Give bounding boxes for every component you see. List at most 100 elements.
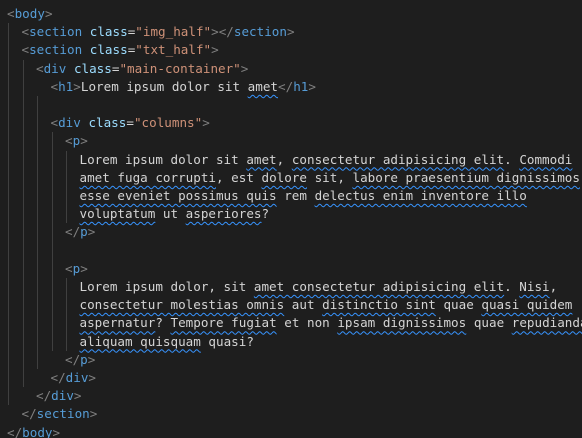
code-text: quae [435, 297, 482, 313]
code-text-misspelled: repudiandae [511, 315, 582, 331]
code-text-misspelled: consectetur molestias omnis [79, 297, 285, 313]
code-text-misspelled: quasi quidem [481, 297, 573, 313]
code-text-misspelled: amet [247, 78, 279, 94]
code-line[interactable]: aspernatur? Tempore fugiat et non ipsam … [80, 314, 582, 332]
code-tag-name: body [22, 424, 53, 438]
code-line[interactable]: <div class="columns"> [51, 114, 210, 132]
code-bracket: > [89, 406, 98, 422]
code-bracket: > [44, 6, 53, 21]
indent-guide [37, 96, 38, 369]
code-bracket: < [21, 24, 30, 40]
code-bracket: </ [50, 370, 66, 385]
code-line[interactable]: </body> [7, 424, 60, 438]
code-tag-name: section [233, 24, 287, 40]
code-text: , [276, 151, 292, 167]
code-bracket: < [50, 78, 59, 94]
code-text-misspelled: labore praesentium dignissimos [352, 169, 580, 185]
code-attribute: class [88, 115, 127, 131]
code-text: Lorem ipsum dolor, sit [79, 279, 254, 294]
code-tag-name: section [29, 24, 83, 40]
code-tag-name: div [51, 388, 74, 404]
code-bracket: </ [278, 78, 294, 94]
code-text-misspelled: aspernatur [79, 315, 156, 331]
code-text: ut [155, 206, 186, 222]
code-bracket: > [73, 78, 81, 94]
code-text: ? [261, 206, 270, 222]
code-bracket: </ [65, 224, 81, 240]
code-line[interactable]: <p> [65, 260, 88, 278]
code-line[interactable]: <body> [7, 5, 53, 23]
code-bracket: </ [7, 424, 23, 438]
code-bracket: > [80, 260, 88, 276]
code-text-misspelled: esse eveniet possimus quis [79, 188, 277, 203]
code-line[interactable]: amet fuga corrupti, est dolore sit, labo… [80, 169, 582, 187]
code-line[interactable]: <h1>Lorem ipsum dolor sit amet</h1> [51, 78, 316, 96]
code-text: rem [276, 188, 315, 203]
code-text-misspelled: dolore [261, 169, 307, 185]
code-bracket: </ [36, 388, 52, 404]
code-bracket: > [211, 42, 219, 58]
code-text-misspelled: amet [246, 151, 277, 167]
code-bracket: > [286, 24, 295, 40]
code-text-misspelled: Nisi [519, 279, 550, 294]
code-line[interactable]: </div> [36, 387, 82, 405]
code-bracket: ></ [211, 24, 234, 40]
code-bracket: < [65, 260, 73, 276]
code-text-misspelled: amet fuga corrupti [79, 169, 216, 185]
code-line[interactable]: </p> [65, 351, 95, 369]
code-string: "img_half" [135, 24, 212, 40]
code-bracket: < [50, 115, 59, 131]
code-tag-name: section [29, 42, 83, 58]
code-line[interactable]: esse eveniet possimus quis rem delectus … [80, 187, 527, 205]
code-tag-name: h1 [58, 78, 74, 94]
code-editor[interactable]: <body> <section class="img_half"></sectio… [0, 0, 582, 438]
indent-guide [66, 150, 67, 224]
code-text-misspelled: Commodi [519, 151, 573, 167]
code-bracket: > [87, 224, 96, 240]
code-bracket: < [36, 60, 44, 76]
code-text-misspelled: distinctio sint [322, 297, 436, 313]
code-text: Lorem ipsum dolor sit [80, 78, 248, 94]
code-text-misspelled: ipsam dignissimos [337, 315, 467, 331]
code-line[interactable]: voluptatum ut asperiores? [80, 205, 270, 223]
code-string: "columns" [133, 115, 203, 131]
indent-guide [8, 23, 9, 406]
code-text-misspelled: Tempore fugiat [170, 315, 277, 331]
code-tag-name: div [43, 60, 67, 76]
code-tag-name: div [65, 370, 89, 385]
code-line[interactable]: <section class="img_half"></section> [22, 23, 295, 41]
code-bracket: > [308, 78, 316, 94]
code-line[interactable]: <div class="main-container"> [36, 60, 248, 78]
code-text: , [549, 279, 558, 294]
code-line[interactable]: </section> [22, 405, 98, 423]
code-text-misspelled: aliquam quisquam [79, 333, 201, 349]
code-bracket: < [21, 42, 30, 58]
code-line[interactable]: consectetur molestias omnis aut distinct… [80, 296, 573, 314]
code-text: quasi? [200, 333, 254, 349]
code-line[interactable]: <section class="txt_half"> [22, 41, 219, 59]
code-bracket: </ [21, 406, 37, 422]
code-attribute: class [89, 24, 128, 40]
code-bracket: > [80, 133, 88, 149]
code-tag-name: p [80, 351, 88, 367]
indent-guide [51, 132, 53, 351]
code-attribute: class [89, 42, 128, 58]
code-tag-name: p [80, 224, 88, 240]
code-line[interactable]: Lorem ipsum dolor, sit amet consectetur … [80, 278, 558, 296]
code-line[interactable]: Lorem ipsum dolor sit amet, consectetur … [80, 151, 573, 169]
code-line[interactable]: </p> [65, 223, 95, 241]
code-text: Lorem ipsum dolor sit [79, 151, 247, 167]
code-line[interactable]: <p> [65, 132, 88, 150]
code-text-misspelled: asperiores [185, 206, 262, 222]
code-bracket: > [240, 60, 249, 76]
code-text: quae [466, 315, 512, 331]
code-tag-name: section [36, 406, 90, 422]
code-attribute: class [73, 60, 112, 76]
code-string: "main-container" [119, 60, 241, 76]
code-text: = [126, 115, 134, 131]
code-line[interactable]: aliquam quisquam quasi? [80, 333, 254, 351]
code-bracket: </ [65, 351, 81, 367]
code-line[interactable]: </div> [51, 369, 97, 387]
